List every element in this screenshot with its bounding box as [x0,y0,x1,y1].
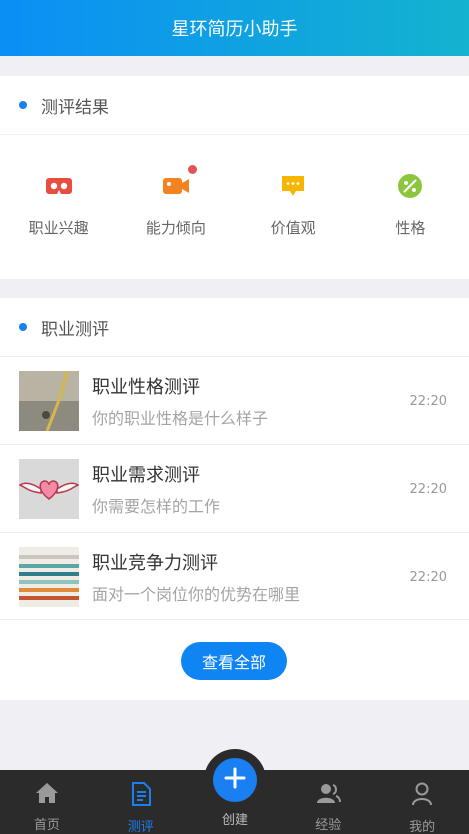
list-item-title: 职业需求测评 [92,465,200,486]
result-item-personality[interactable]: 性格 [352,171,469,254]
result-section-header: 测评结果 [0,76,469,134]
list-item-time: 22:20 [409,394,447,409]
list-item-time: 22:20 [409,482,447,497]
list-item-time: 22:20 [409,570,447,585]
create-label: 创建 [221,813,248,828]
list-item-subtitle: 你需要怎样的工作 [92,497,221,516]
tab-label: 测评 [127,820,154,834]
document-icon [130,782,152,810]
tab-label: 经验 [315,818,342,833]
view-all-button[interactable]: 查看全部 [181,642,287,680]
list-item-subtitle: 你的职业性格是什么样子 [92,409,269,428]
vr-glasses-icon [44,171,74,201]
tab-experience[interactable]: 经验 [281,770,375,834]
result-item-label: 价值观 [270,219,316,237]
tab-label: 首页 [33,818,60,833]
list-item[interactable]: 职业需求测评 你需要怎样的工作 22:20 [0,444,469,532]
plus-icon [224,767,246,793]
tab-home[interactable]: 首页 [0,770,94,834]
yarn-stripes-thumbnail [19,547,79,607]
divider [0,619,469,620]
app-title: 星环简历小助手 [171,19,298,40]
section-dot [19,323,27,331]
home-icon [35,782,59,808]
result-item-values[interactable]: 价值观 [235,171,352,254]
career-section-title: 职业测评 [41,319,109,340]
list-item-title: 职业性格测评 [92,377,200,398]
list-item[interactable]: 职业性格测评 你的职业性格是什么样子 22:20 [0,356,469,444]
tab-assessment[interactable]: 测评 [94,770,188,834]
list-item[interactable]: 职业竞争力测评 面对一个岗位你的优势在哪里 22:20 [0,532,469,620]
video-camera-icon [161,171,191,201]
section-dot [19,101,27,109]
rope-photo-thumbnail [19,371,79,431]
result-section-title: 测评结果 [41,97,109,118]
person-icon [411,782,433,810]
list-item-title: 职业竞争力测评 [92,553,218,574]
list-item-subtitle: 面对一个岗位你的优势在哪里 [92,585,301,604]
notification-badge [187,165,197,174]
result-card: 测评结果 职业兴趣 能力倾向 价值观 性格 [0,76,469,279]
tab-mine[interactable]: 我的 [375,770,469,834]
tab-label: 我的 [409,820,436,834]
result-item-interest[interactable]: 职业兴趣 [0,171,117,254]
career-card: 职业测评 职业性格测评 你的职业性格是什么样子 22:20 职业需求测评 你需要… [0,298,469,700]
users-icon [315,782,342,808]
result-item-label: 能力倾向 [145,219,206,237]
result-item-ability[interactable]: 能力倾向 [117,165,234,254]
create-button-circle[interactable] [213,758,257,802]
result-item-label: 职业兴趣 [28,219,89,237]
winged-heart-thumbnail [19,459,79,519]
leaf-icon [395,171,425,201]
career-section-header: 职业测评 [0,298,469,356]
message-icon [278,171,308,201]
result-item-label: 性格 [395,219,426,237]
create-button[interactable] [204,749,266,811]
app-header: 星环简历小助手 [0,0,469,56]
result-grid: 职业兴趣 能力倾向 价值观 性格 [0,134,469,254]
